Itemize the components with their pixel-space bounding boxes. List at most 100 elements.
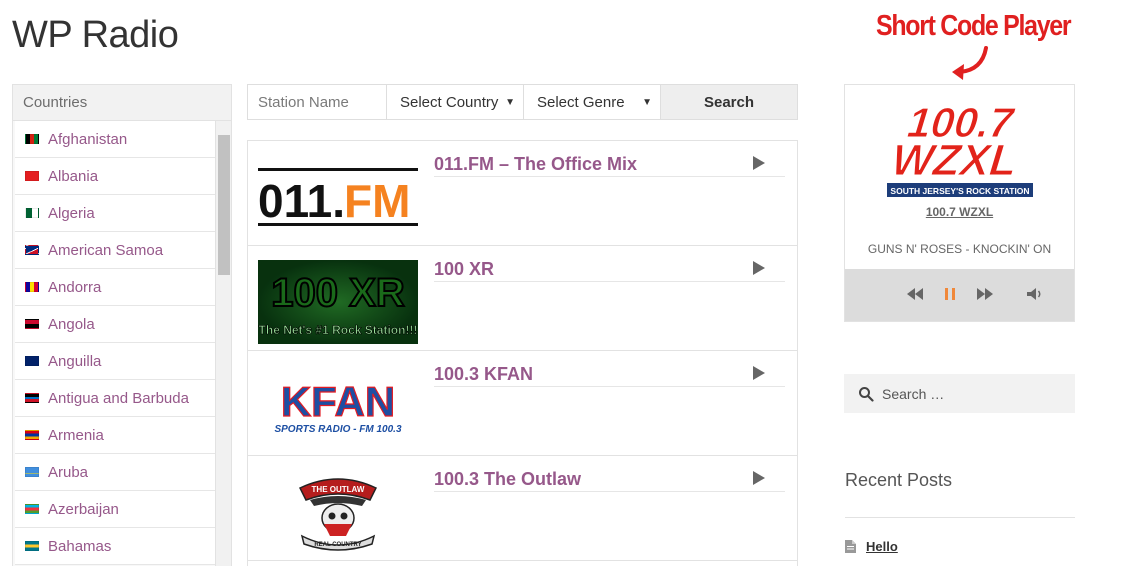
logo-text: The Net's #1 Rock Station!!!	[259, 323, 418, 337]
station-row: 011. FM 011.FM – The Office Mix	[248, 141, 797, 246]
station-row: KFAN SPORTS RADIO - FM 100.3 100.3 KFAN	[248, 351, 797, 456]
divider	[434, 281, 785, 282]
country-item[interactable]: Azerbaijan	[15, 491, 215, 528]
country-item[interactable]: Armenia	[15, 417, 215, 454]
dropdown-caret-icon: ▼	[642, 96, 652, 108]
divider	[434, 176, 785, 177]
play-icon[interactable]	[753, 471, 765, 485]
logo-tagline: SOUTH JERSEY'S ROCK STATION	[890, 186, 1029, 196]
wzxl-logo: 100.7 WZXL SOUTH JERSEY'S ROCK STATION	[887, 99, 1033, 197]
short-code-player-annotation: Short Code Player	[876, 10, 1072, 42]
afghanistan-flag-icon	[25, 134, 39, 144]
station-list: 011. FM 011.FM – The Office Mix 100 XR T…	[247, 140, 798, 566]
aruba-flag-icon	[25, 467, 39, 477]
station-name-link[interactable]: 100.3 KFAN	[434, 364, 533, 385]
station-name-link[interactable]: 100 XR	[434, 259, 494, 280]
anguilla-flag-icon	[25, 356, 39, 366]
logo-text: 100 XR	[271, 271, 405, 315]
country-name[interactable]: Afghanistan	[48, 131, 127, 148]
country-item[interactable]: Antigua and Barbuda	[15, 380, 215, 417]
albania-flag-icon	[25, 171, 39, 181]
country-list: Afghanistan Albania Algeria American Sam…	[15, 121, 215, 565]
logo-text: KFAN	[281, 378, 395, 425]
logo-text: 011.	[258, 175, 345, 227]
station-name-input[interactable]	[248, 85, 387, 119]
country-item[interactable]: Angola	[15, 306, 215, 343]
player-controls	[845, 269, 1074, 321]
angola-flag-icon	[25, 319, 39, 329]
genre-select-value: Select Genre	[537, 93, 625, 111]
now-playing-text: GUNS N' ROSES - KNOCKIN' ON	[867, 242, 1052, 256]
country-name[interactable]: Albania	[48, 168, 98, 185]
dropdown-caret-icon: ▼	[505, 96, 515, 108]
algeria-flag-icon	[25, 208, 39, 218]
genre-select[interactable]: Select Genre ▼	[524, 85, 661, 119]
search-button[interactable]: Search	[661, 85, 797, 119]
document-icon	[845, 540, 856, 553]
country-name[interactable]: Andorra	[48, 279, 101, 296]
logo-text: THE OUTLAW	[312, 485, 365, 494]
volume-icon[interactable]	[1026, 287, 1044, 301]
country-select-value: Select Country	[400, 93, 499, 111]
scrollbar-thumb[interactable]	[218, 135, 230, 275]
country-name[interactable]: Algeria	[48, 205, 95, 222]
country-item[interactable]: Aruba	[15, 454, 215, 491]
fast-forward-icon[interactable]	[976, 287, 994, 301]
andorra-flag-icon	[25, 282, 39, 292]
american-samoa-flag-icon	[25, 245, 39, 255]
search-icon	[859, 386, 874, 402]
country-name[interactable]: American Samoa	[48, 242, 163, 259]
station-row: 100 XR The Net's #1 Rock Station!!! 100 …	[248, 246, 797, 351]
logo-text: SPORTS RADIO - FM 100.3	[274, 424, 402, 435]
sidebar-search	[844, 374, 1075, 413]
rewind-icon[interactable]	[906, 287, 924, 301]
country-name[interactable]: Anguilla	[48, 353, 101, 370]
country-item[interactable]: Algeria	[15, 195, 215, 232]
recent-posts-heading: Recent Posts	[845, 470, 953, 490]
short-code-player: 100.7 WZXL SOUTH JERSEY'S ROCK STATION 1…	[844, 84, 1075, 322]
play-icon[interactable]	[753, 261, 765, 275]
station-search-bar: Select Country ▼ Select Genre ▼ Search	[247, 84, 798, 120]
station-row: THE OUTLAW REAL COUNTRY 100.3 The Outlaw	[248, 456, 797, 561]
country-item[interactable]: Afghanistan	[15, 121, 215, 158]
sidebar-search-input[interactable]	[882, 385, 1072, 402]
country-name[interactable]: Antigua and Barbuda	[48, 390, 189, 407]
station-name-link[interactable]: 011.FM – The Office Mix	[434, 154, 637, 175]
armenia-flag-icon	[25, 430, 39, 440]
country-name[interactable]: Azerbaijan	[48, 501, 119, 518]
station-logo-kfan[interactable]: KFAN SPORTS RADIO - FM 100.3	[258, 365, 418, 449]
countries-panel: Countries Afghanistan Albania Algeria Am…	[12, 84, 232, 566]
recent-post-link[interactable]: Hello	[866, 539, 898, 554]
country-item[interactable]: Bahamas	[15, 528, 215, 565]
divider	[434, 386, 785, 387]
pause-icon[interactable]	[943, 287, 957, 301]
station-name-link[interactable]: 100.3 The Outlaw	[434, 469, 581, 490]
play-icon[interactable]	[753, 366, 765, 380]
country-item[interactable]: Anguilla	[15, 343, 215, 380]
azerbaijan-flag-icon	[25, 504, 39, 514]
station-logo-100xr[interactable]: 100 XR The Net's #1 Rock Station!!!	[258, 260, 418, 344]
country-name[interactable]: Bahamas	[48, 538, 111, 555]
country-name[interactable]: Aruba	[48, 464, 88, 481]
site-title[interactable]: WP Radio	[12, 14, 179, 57]
countries-heading: Countries	[13, 85, 231, 121]
country-select[interactable]: Select Country ▼	[387, 85, 524, 119]
bahamas-flag-icon	[25, 541, 39, 551]
divider	[845, 517, 1075, 518]
country-name[interactable]: Armenia	[48, 427, 104, 444]
country-list-scrollbar[interactable]	[215, 121, 231, 566]
station-logo-011fm[interactable]: 011. FM	[258, 155, 418, 239]
country-item[interactable]: Albania	[15, 158, 215, 195]
divider	[434, 491, 785, 492]
logo-text: REAL COUNTRY	[314, 542, 361, 548]
play-icon[interactable]	[753, 156, 765, 170]
country-item[interactable]: American Samoa	[15, 232, 215, 269]
player-station-link[interactable]: 100.7 WZXL	[845, 205, 1074, 219]
country-name[interactable]: Angola	[48, 316, 95, 333]
station-logo-the-outlaw[interactable]: THE OUTLAW REAL COUNTRY	[258, 470, 418, 554]
country-item[interactable]: Andorra	[15, 269, 215, 306]
curved-arrow-icon	[952, 46, 988, 80]
antigua-and-barbuda-flag-icon	[25, 393, 39, 403]
recent-post-item: Hello	[845, 539, 898, 554]
logo-text: WZXL	[889, 136, 1019, 185]
